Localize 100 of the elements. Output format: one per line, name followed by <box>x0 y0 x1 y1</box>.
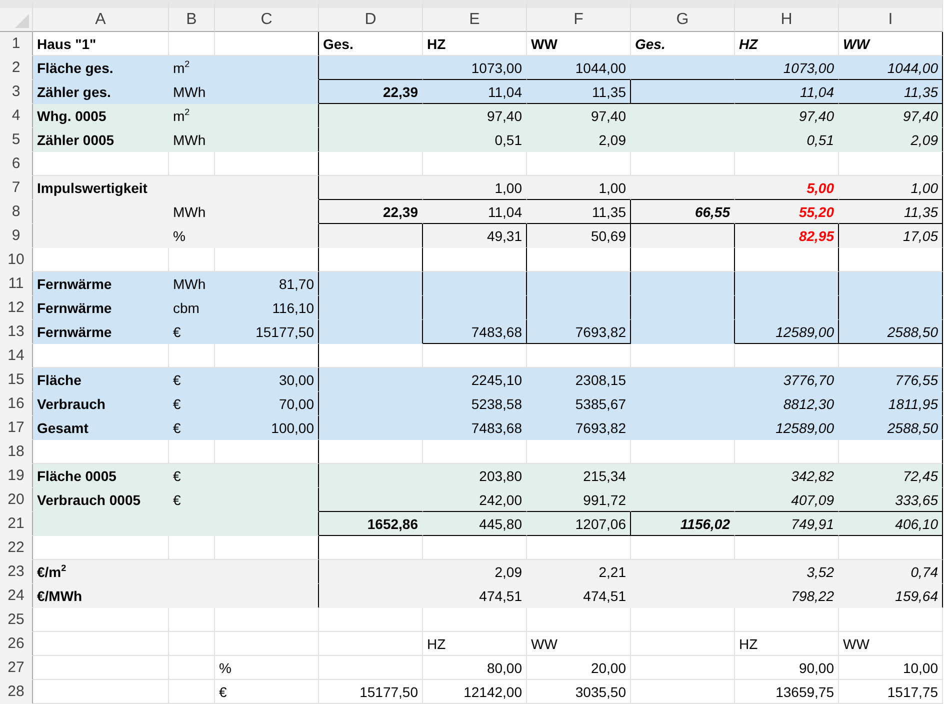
row-header[interactable]: 18 <box>0 440 33 464</box>
table-cell: WW <box>843 636 870 652</box>
row-header[interactable]: 21 <box>0 512 33 536</box>
table-cell: 1073,00 <box>471 60 522 76</box>
row-header[interactable]: 1 <box>0 32 33 56</box>
row-header[interactable]: 23 <box>0 560 33 584</box>
row-header[interactable]: 15 <box>0 368 33 392</box>
table-cell: 1,00 <box>494 180 522 196</box>
row-header[interactable]: 13 <box>0 320 33 344</box>
table-cell: 2308,15 <box>575 372 626 388</box>
row-header[interactable]: 7 <box>0 176 33 200</box>
row-header[interactable]: 4 <box>0 104 33 128</box>
table-cell: Ges. <box>323 36 354 52</box>
table-cell: 80,00 <box>486 660 522 676</box>
table-cell: 1,00 <box>910 180 938 196</box>
row-header[interactable]: 20 <box>0 488 33 512</box>
table-cell: Verbrauch <box>37 396 106 412</box>
table-cell: 100,00 <box>271 420 314 436</box>
row-header[interactable]: 17 <box>0 416 33 440</box>
table-cell: 50,69 <box>590 228 626 244</box>
table-cell: 242,00 <box>479 492 522 508</box>
table-cell: 445,80 <box>479 516 522 532</box>
row-header[interactable]: 16 <box>0 392 33 416</box>
table-cell: 17,05 <box>902 228 938 244</box>
row-header[interactable]: 10 <box>0 248 33 272</box>
table-cell: 333,65 <box>895 492 938 508</box>
row-header[interactable]: 28 <box>0 680 33 704</box>
table-cell: 342,82 <box>791 468 834 484</box>
table-cell: Zähler ges. <box>37 84 111 100</box>
table-cell: 70,00 <box>278 396 314 412</box>
table-cell: 11,04 <box>800 84 834 100</box>
table-cell: Whg. 0005 <box>37 108 106 124</box>
column-header[interactable]: H <box>735 0 839 32</box>
table-cell: Gesamt <box>37 420 88 436</box>
table-cell: 8812,30 <box>783 396 834 412</box>
column-header[interactable]: E <box>423 0 527 32</box>
row-header[interactable]: 3 <box>0 80 33 104</box>
table-cell: 15177,50 <box>256 324 314 340</box>
table-cell: 3776,70 <box>783 372 834 388</box>
row-header[interactable]: 12 <box>0 296 33 320</box>
row-header[interactable]: 14 <box>0 344 33 368</box>
row-header[interactable]: 8 <box>0 200 33 224</box>
table-cell: € <box>173 492 181 508</box>
table-cell: MWh <box>173 84 206 100</box>
table-cell: 474,51 <box>583 588 626 604</box>
row-header[interactable]: 6 <box>0 152 33 176</box>
table-cell: 97,40 <box>590 108 626 124</box>
table-cell: 5,00 <box>806 180 834 196</box>
table-cell: HZ <box>739 636 758 652</box>
column-header[interactable]: C <box>215 0 319 32</box>
table-cell: HZ <box>739 36 758 52</box>
table-cell: 1517,75 <box>887 684 938 700</box>
table-cell: 0,51 <box>494 132 522 148</box>
row-header[interactable]: 19 <box>0 464 33 488</box>
table-cell: 2,21 <box>598 564 626 580</box>
table-cell: 7483,68 <box>471 420 522 436</box>
row-header[interactable]: 27 <box>0 656 33 680</box>
column-header[interactable]: A <box>33 0 169 32</box>
table-cell: 1044,00 <box>887 60 938 76</box>
table-cell: 97,40 <box>902 108 938 124</box>
table-cell: m$^{2}$ <box>173 108 190 124</box>
select-all-icon[interactable] <box>15 14 29 28</box>
row-header[interactable]: 5 <box>0 128 33 152</box>
table-cell: 159,64 <box>895 588 938 604</box>
table-cell: 11,35 <box>904 204 938 220</box>
table-cell: HZ <box>427 36 446 52</box>
table-cell: WW <box>531 36 558 52</box>
row-header[interactable]: 25 <box>0 608 33 632</box>
table-cell: 72,45 <box>902 468 938 484</box>
row-header[interactable]: 26 <box>0 632 33 656</box>
table-cell: 81,70 <box>278 276 314 292</box>
row-header[interactable]: 24 <box>0 584 33 608</box>
table-cell: 474,51 <box>479 588 522 604</box>
table-cell: Fernwärme <box>37 300 112 316</box>
column-header[interactable]: F <box>527 0 631 32</box>
row-header[interactable]: 2 <box>0 56 33 80</box>
column-header[interactable]: G <box>631 0 735 32</box>
row-header[interactable]: 11 <box>0 272 33 296</box>
table-cell: 12589,00 <box>776 324 834 340</box>
table-cell: 15177,50 <box>360 684 418 700</box>
table-cell: 7693,82 <box>575 420 626 436</box>
table-cell: Impulswertigkeit <box>37 180 148 196</box>
table-cell: 12589,00 <box>776 420 834 436</box>
table-cell: 82,95 <box>798 228 834 244</box>
table-cell: 991,72 <box>583 492 626 508</box>
table-cell: m$^{2}$ <box>173 60 190 76</box>
row-header[interactable]: 9 <box>0 224 33 248</box>
table-cell: € <box>173 420 181 436</box>
table-cell: 49,31 <box>486 228 522 244</box>
table-cell: € <box>173 324 181 340</box>
table-cell: MWh <box>173 276 206 292</box>
column-header[interactable]: D <box>319 0 423 32</box>
table-cell: WW <box>843 36 870 52</box>
table-cell: 1073,00 <box>783 60 834 76</box>
table-cell: 97,40 <box>486 108 522 124</box>
table-cell: 1156,02 <box>680 516 730 532</box>
table-cell: 1207,06 <box>575 516 626 532</box>
column-header[interactable]: I <box>839 0 943 32</box>
column-header[interactable]: B <box>169 0 215 32</box>
row-header[interactable]: 22 <box>0 536 33 560</box>
